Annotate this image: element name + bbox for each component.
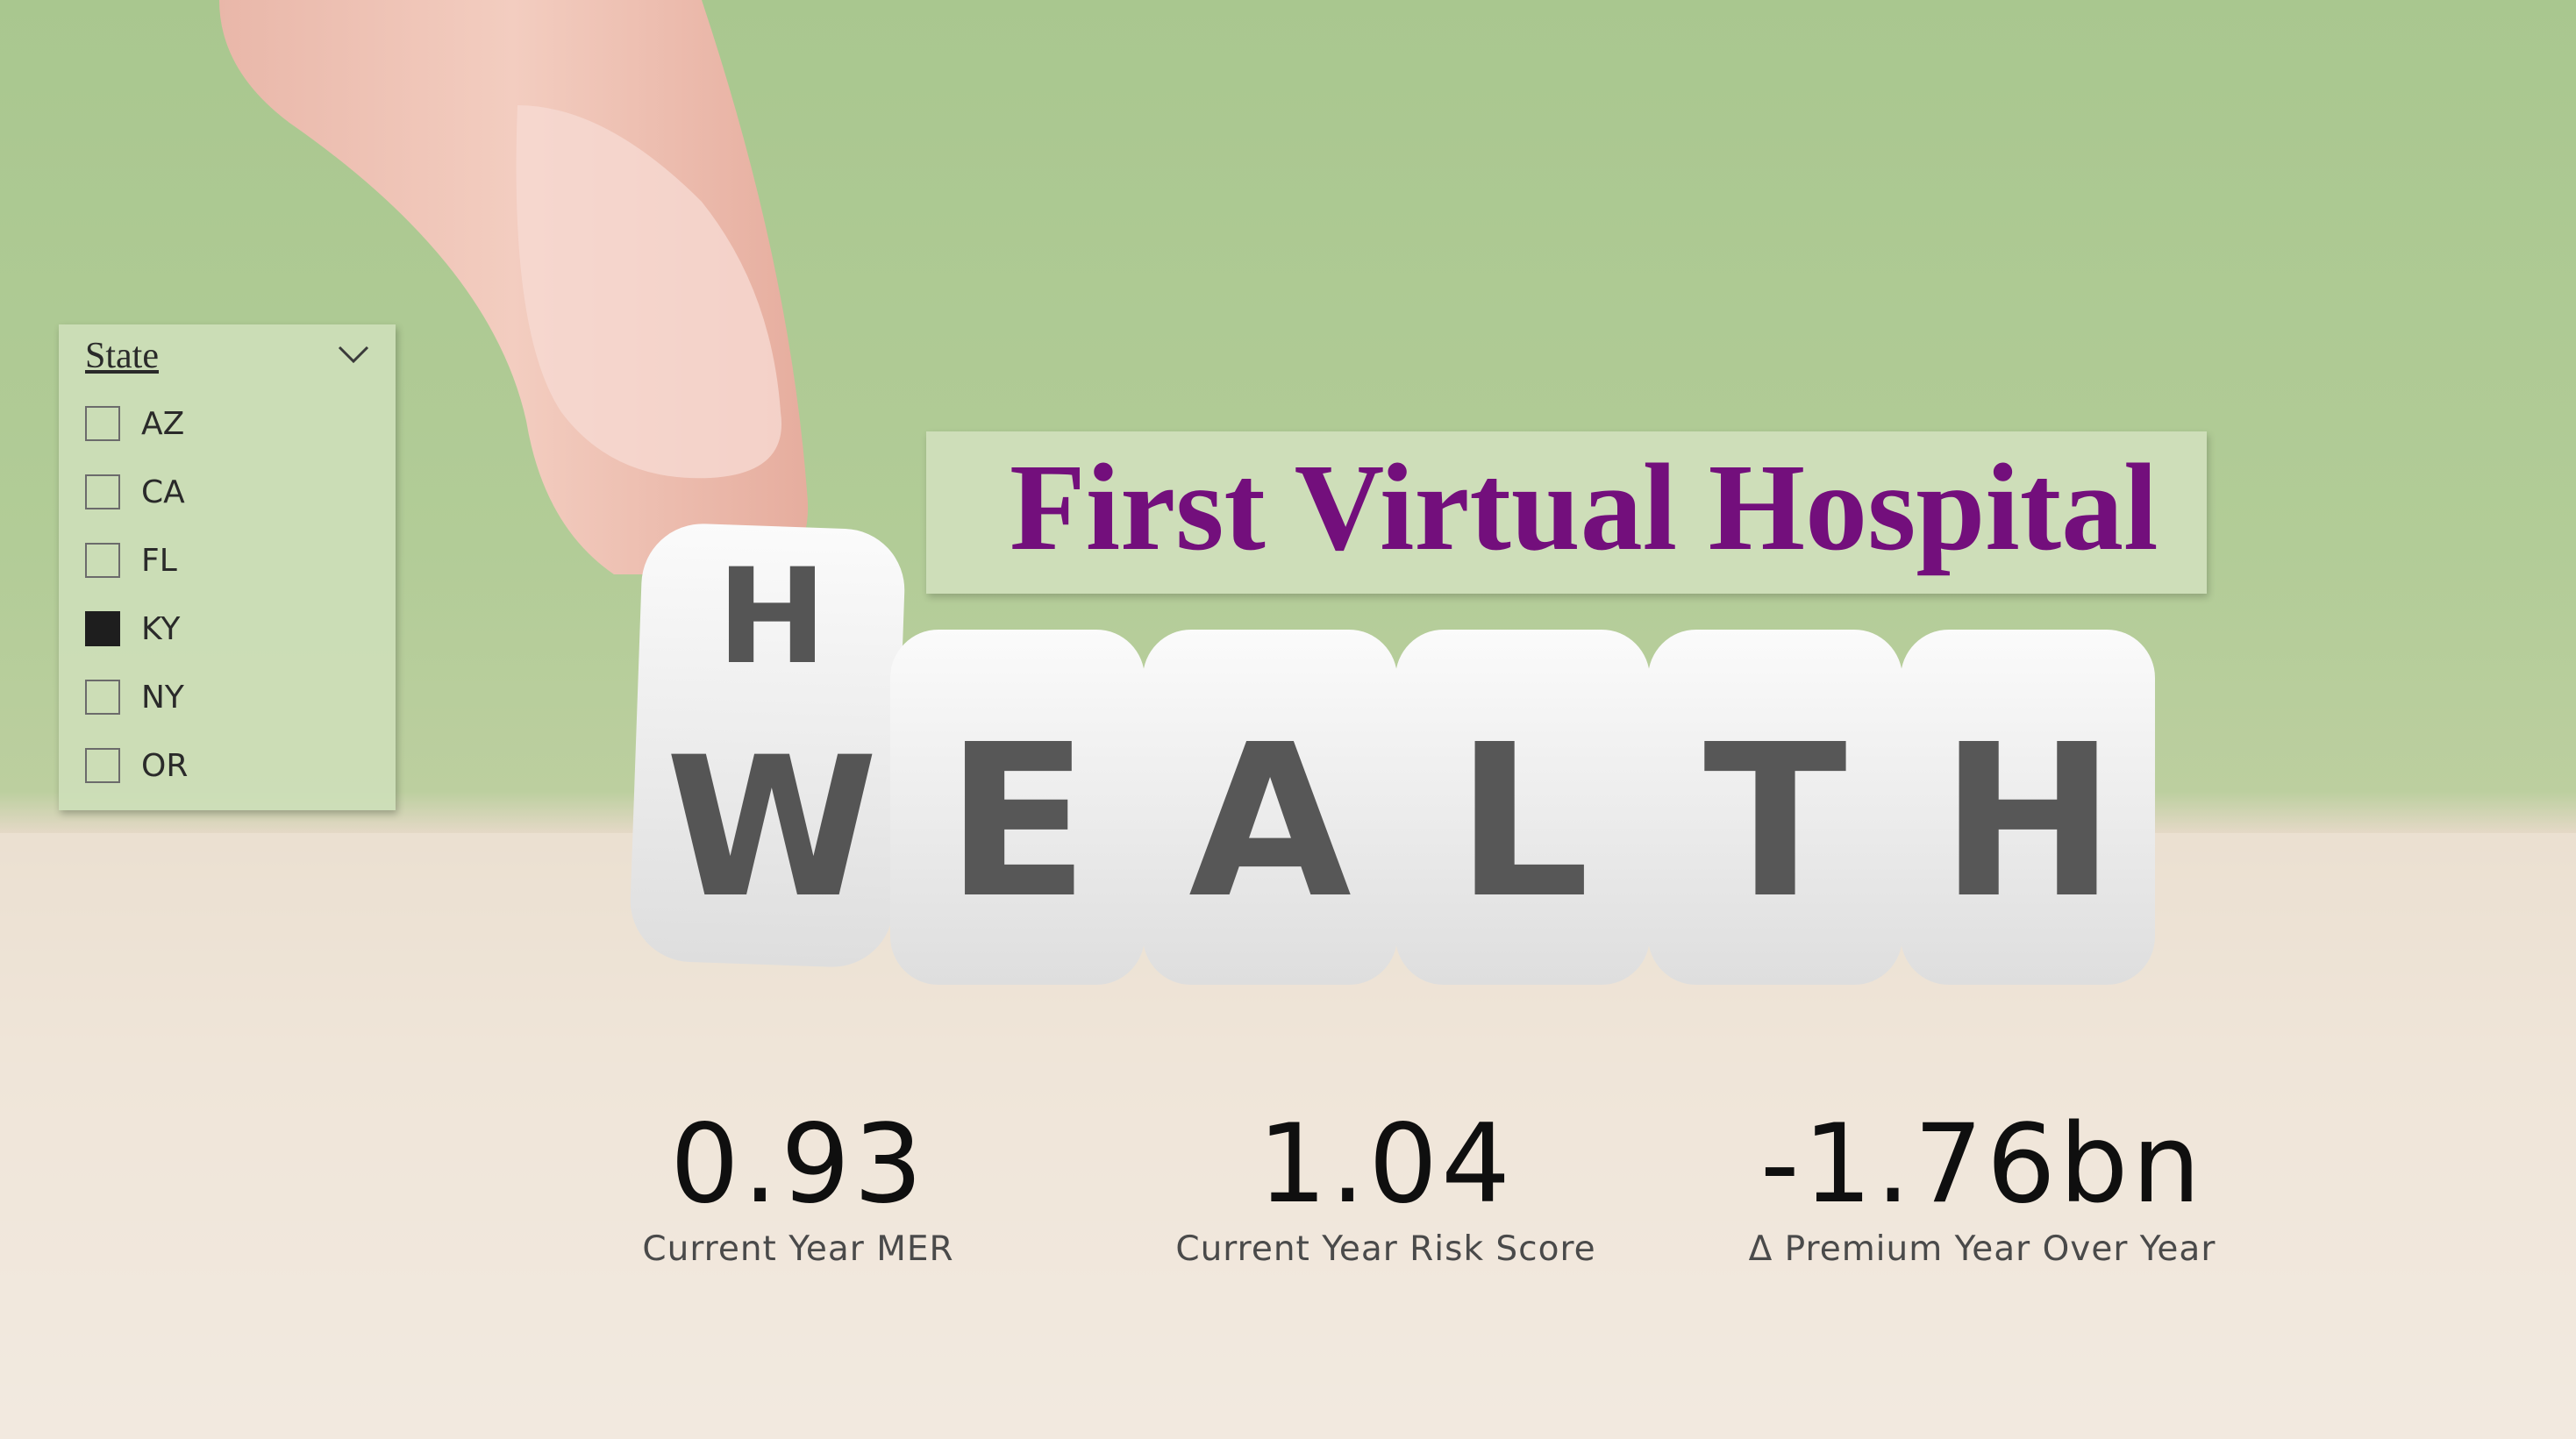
kpi-value: 0.93 (669, 1101, 927, 1228)
die-letter-t: T (1703, 699, 1847, 944)
slicer-item-fl[interactable]: FL (85, 536, 177, 585)
checkbox[interactable] (85, 406, 120, 441)
checkbox[interactable] (85, 543, 120, 578)
dice-row: E A L T H (890, 630, 2155, 985)
die-letter-h: H (1940, 699, 2116, 944)
title-banner: First Virtual Hospital (926, 431, 2207, 594)
kpi-card-risk-score: 1.04 Current Year Risk Score (1140, 1101, 1631, 1270)
checkbox[interactable] (85, 474, 120, 509)
chevron-down-icon[interactable] (336, 344, 371, 367)
die-h-w: H W (630, 524, 905, 967)
slicer-item-label: KY (141, 610, 181, 647)
kpi-card-premium-yoy: -1.76bn Δ Premium Year Over Year (1702, 1101, 2263, 1270)
page-title: First Virtual Hospital (1010, 438, 2159, 576)
die-letter-a: A (1188, 699, 1352, 944)
die-letter-w: W (666, 716, 879, 940)
slicer-item-label: FL (141, 542, 177, 579)
checkbox[interactable] (85, 748, 120, 783)
slicer-item-label: OR (141, 747, 189, 784)
kpi-value: 1.04 (1257, 1101, 1515, 1228)
kpi-value: -1.76bn (1759, 1101, 2205, 1228)
slicer-item-az[interactable]: AZ (85, 399, 184, 448)
state-slicer: State AZ CA FL KY NY OR (59, 324, 396, 810)
slicer-item-label: AZ (141, 405, 185, 442)
kpi-label: Current Year MER (642, 1229, 954, 1270)
slicer-title: State (85, 336, 159, 376)
kpi-label: Current Year Risk Score (1175, 1229, 1596, 1270)
slicer-item-ny[interactable]: NY (85, 673, 184, 722)
slicer-item-label: NY (141, 679, 184, 716)
die-letter-l: L (1456, 699, 1590, 944)
slicer-item-label: CA (141, 474, 185, 510)
kpi-card-mer: 0.93 Current Year MER (579, 1101, 1017, 1270)
die-letter-e: E (945, 699, 1089, 944)
slicer-item-ca[interactable]: CA (85, 467, 185, 516)
report-canvas: H W E A L T H State AZ CA FL KY NY OR Fi… (0, 0, 2576, 1439)
checkbox[interactable] (85, 680, 120, 715)
slicer-item-or[interactable]: OR (85, 741, 188, 790)
slicer-item-ky[interactable]: KY (85, 604, 180, 653)
kpi-label: Δ Premium Year Over Year (1748, 1229, 2216, 1270)
checkbox-checked[interactable] (85, 611, 120, 646)
die-letter-top: H (717, 541, 827, 694)
